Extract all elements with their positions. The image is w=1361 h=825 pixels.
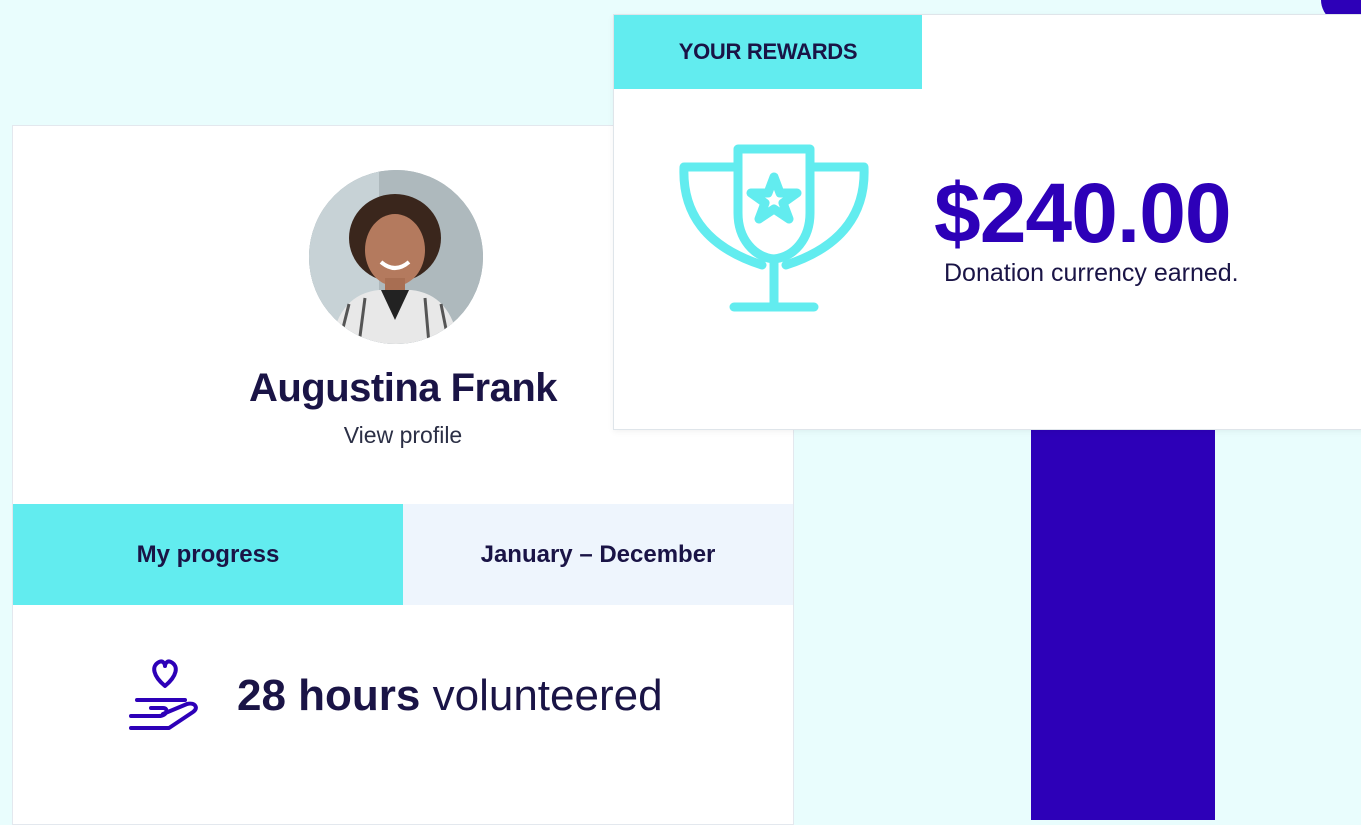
progress-tabs: My progress January – December (13, 504, 793, 605)
volunteer-hours-stat: 28 hours volunteered (123, 656, 663, 736)
decorative-navy-bar (1031, 380, 1215, 820)
rewards-tag: YOUR REWARDS (614, 15, 922, 89)
trophy-star-icon (679, 144, 869, 312)
tab-my-progress[interactable]: My progress (13, 504, 403, 605)
tab-date-range[interactable]: January – December (403, 504, 793, 605)
heart-hand-icon (129, 659, 198, 730)
hours-suffix: volunteered (420, 671, 663, 720)
rewards-amount: $240.00 (934, 166, 1232, 260)
avatar[interactable] (309, 170, 483, 344)
hours-value: 28 hours (237, 671, 421, 720)
rewards-card: YOUR REWARDS $240.00 Donation currency e… (613, 14, 1361, 430)
volunteer-hours-text: 28 hours volunteered (237, 671, 663, 721)
user-avatar-photo (309, 170, 483, 344)
rewards-caption: Donation currency earned. (944, 259, 1239, 287)
